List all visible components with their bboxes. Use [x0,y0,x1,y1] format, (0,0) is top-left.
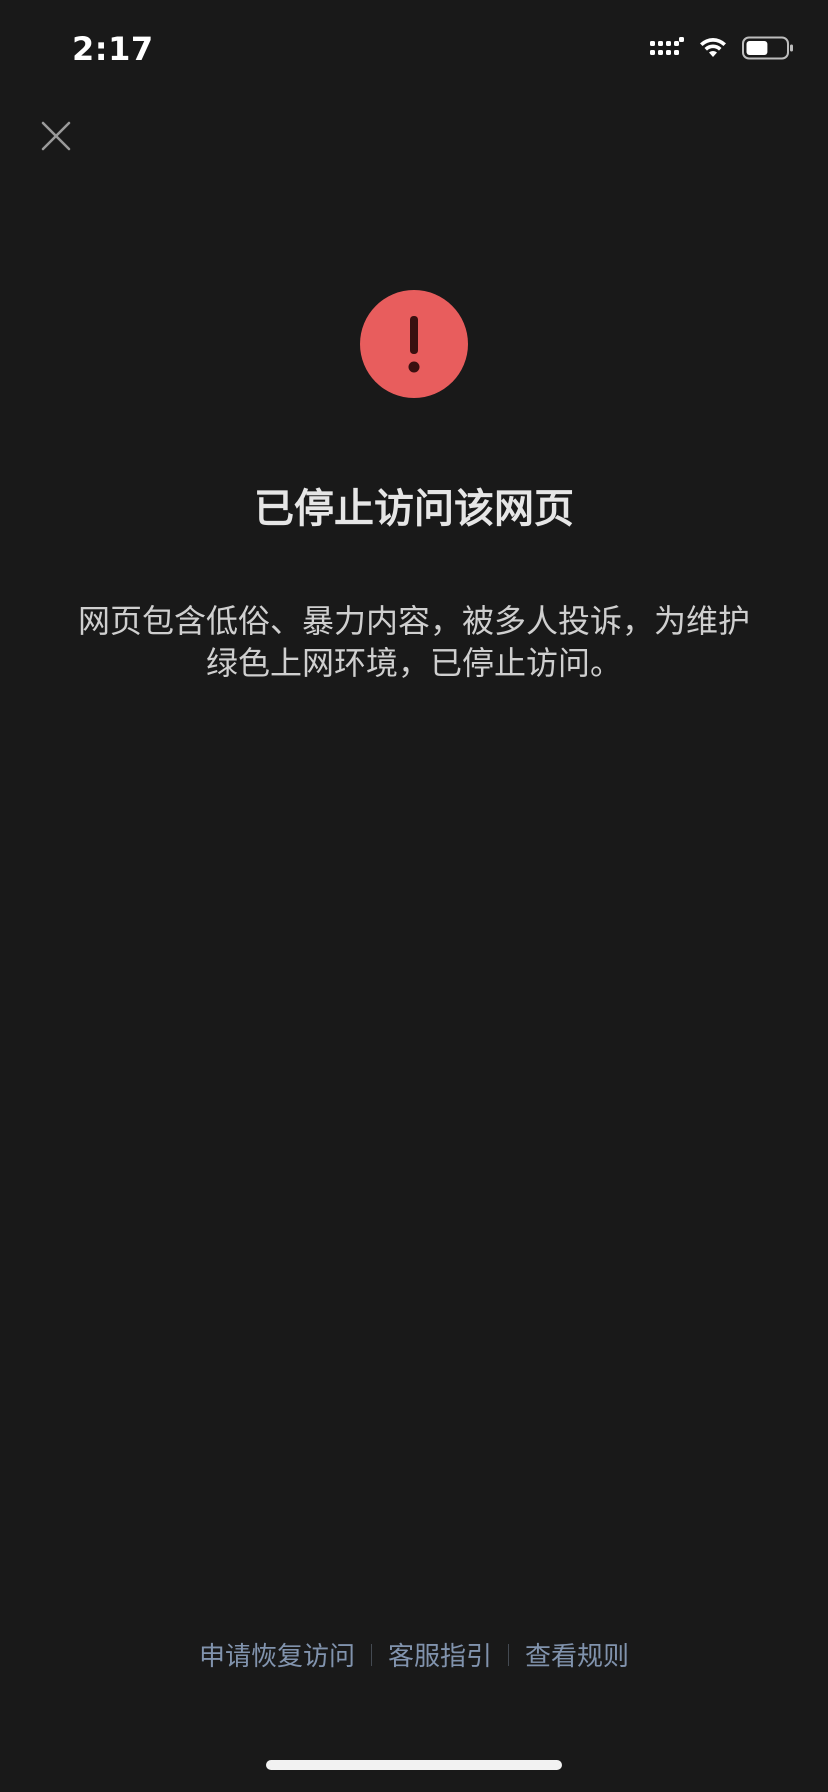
status-icons [650,34,794,66]
view-rules-link[interactable]: 查看规则 [525,1636,629,1673]
block-description: 网页包含低俗、暴力内容，被多人投诉，为维护绿色上网环境，已停止访问。 [77,602,750,682]
link-divider [370,1643,372,1666]
wifi-icon [698,37,728,63]
link-divider [508,1643,509,1666]
exclamation-circle-icon [360,290,468,398]
home-indicator[interactable] [266,1760,562,1770]
signal-icon [650,37,684,63]
request-restore-link[interactable]: 申请恢复访问 [199,1636,355,1673]
close-button[interactable] [34,116,78,160]
status-time: 2:17 [72,30,154,68]
battery-icon [742,36,794,64]
customer-service-link[interactable]: 客服指引 [388,1636,492,1673]
status-bar: 2:17 [0,0,828,100]
close-icon [41,121,71,155]
footer-links: 申请恢复访问 客服指引 查看规则 [0,1636,828,1673]
page-title: 已停止访问该网页 [254,486,574,532]
